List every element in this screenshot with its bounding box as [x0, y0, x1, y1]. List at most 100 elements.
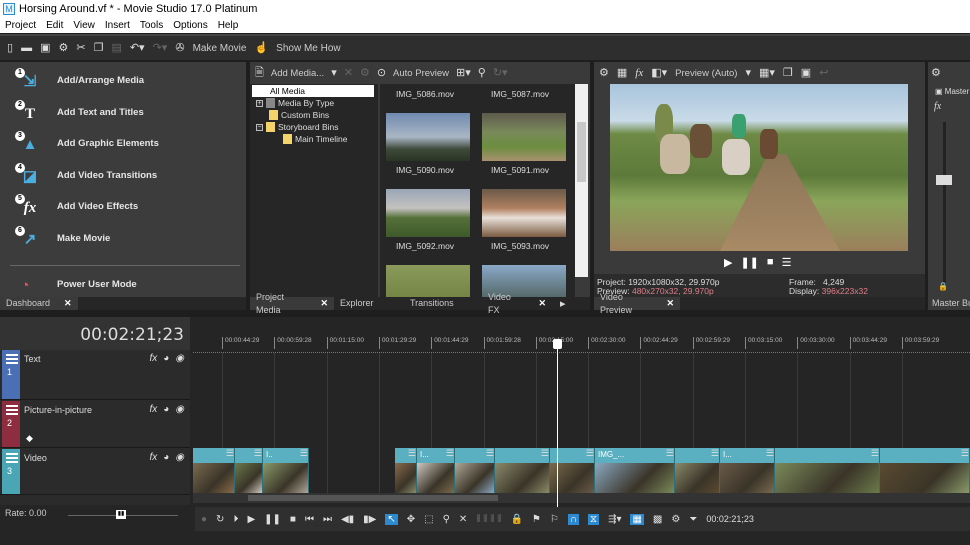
close-icon[interactable]: ✕ [666, 297, 674, 310]
record-icon[interactable]: ● [201, 514, 207, 525]
menu-project[interactable]: Project [0, 20, 41, 31]
open-folder-icon[interactable]: ▬ [21, 42, 32, 54]
dropdown-icon[interactable]: ▾ [745, 67, 751, 79]
properties-icon[interactable]: ⚙ [360, 67, 370, 79]
clip-menu-icon[interactable]: ☰ [226, 448, 234, 459]
video-clip[interactable]: ☰ [193, 448, 235, 493]
time-ruler[interactable]: 00:00:44:29 00:00:59:28 00:01:15:00 00:01:2… [193, 337, 970, 353]
clip-menu-icon[interactable]: ☰ [541, 448, 549, 459]
tab-transitions[interactable]: Transitions [404, 297, 482, 310]
dashboard-item-add-text[interactable]: 2 T Add Text and Titles [15, 100, 144, 124]
media-thumbnail[interactable] [482, 189, 566, 237]
back-icon[interactable]: ↩ [819, 67, 828, 79]
menu-help[interactable]: Help [213, 20, 244, 31]
loop-icon[interactable]: ↻ [216, 514, 224, 525]
video-clip[interactable]: ☰ [455, 448, 495, 493]
paste-icon[interactable]: ▤ [111, 42, 121, 54]
tree-item-media-by-type[interactable]: + Media By Type [256, 97, 334, 109]
view-grid-icon[interactable]: ⊞▾ [456, 67, 471, 79]
tab-project-media[interactable]: Project Media ✕ [250, 292, 334, 315]
media-file-name[interactable]: IMG_5090.mov [380, 165, 470, 175]
clip-menu-icon[interactable]: ☰ [711, 448, 719, 459]
save-icon[interactable]: ▣ [40, 42, 50, 54]
solo-icon[interactable]: ◉ [175, 404, 184, 415]
ripple-icon[interactable]: ⇶▾ [608, 514, 621, 525]
media-thumbnail[interactable] [386, 189, 470, 237]
go-to-start-icon[interactable]: ⏮ [305, 514, 314, 525]
menu-insert[interactable]: Insert [100, 20, 135, 31]
auto-preview-button[interactable]: Auto Preview [393, 68, 449, 79]
envelope-tool-icon[interactable]: ✥ [407, 514, 415, 525]
rate-slider-handle[interactable]: ▮▮ [116, 510, 126, 519]
clip-menu-icon[interactable]: ☰ [766, 448, 774, 459]
media-file-name[interactable]: IMG_5092.mov [380, 241, 470, 251]
lock-icon[interactable]: 🔒 [938, 282, 948, 291]
track-header-text[interactable]: 1 Text fx ◕ ◉ [0, 350, 190, 400]
clip-menu-icon[interactable]: ☰ [871, 448, 879, 459]
dashboard-item-add-transitions[interactable]: 4 ◪ Add Video Transitions [15, 163, 157, 187]
video-clip[interactable]: ☰ [675, 448, 720, 493]
tab-scroll-right-icon[interactable]: ▸ [560, 298, 566, 310]
track-menu-icon[interactable] [6, 405, 18, 415]
play-icon[interactable]: ▶ [724, 256, 732, 269]
zoom-tool-icon[interactable]: ⚲ [443, 514, 450, 525]
pause-icon[interactable]: ❚❚ [740, 256, 758, 269]
menu-tools[interactable]: Tools [135, 20, 168, 31]
tab-video-fx[interactable]: Video FX ✕ [482, 292, 552, 315]
mixer-icon[interactable]: ⚙ [671, 514, 680, 525]
menu-icon[interactable]: ☰ [782, 256, 792, 269]
dashboard-item-add-graphics[interactable]: 3 ▲ Add Graphic Elements [15, 131, 159, 155]
media-file-name[interactable]: IMG_5087.mov [475, 89, 565, 99]
media-file-name[interactable]: IMG_5093.mov [475, 241, 565, 251]
track-menu-icon[interactable] [6, 354, 18, 364]
video-clip[interactable]: ☰ [880, 448, 970, 493]
track-header-video[interactable]: 3 Video fx ◕ ◉ [0, 449, 190, 495]
media-thumbnail[interactable] [386, 265, 470, 297]
lock-envelopes-icon[interactable]: ▦ [630, 513, 644, 525]
device-icon[interactable]: ▦ [617, 67, 627, 79]
selection-tool-icon[interactable]: ⬚ [424, 514, 433, 525]
play-icon[interactable]: ▶ [247, 514, 255, 525]
video-clip[interactable]: ☰ IMG_... [595, 448, 675, 493]
next-frame-icon[interactable]: ▮▶ [363, 514, 376, 525]
fx-icon[interactable]: fx [149, 353, 157, 364]
prev-frame-icon[interactable]: ◀▮ [341, 514, 354, 525]
video-clip[interactable]: ☰ [395, 448, 417, 493]
video-clip[interactable]: ☰ [775, 448, 880, 493]
dashboard-item-add-effects[interactable]: 5 fx Add Video Effects [15, 194, 138, 218]
media-thumbnail[interactable] [482, 113, 566, 161]
play-from-start-icon[interactable]: ⏵ [233, 514, 238, 525]
gear-icon[interactable]: ⚙ [599, 67, 609, 79]
marker-icon[interactable]: ⚑ [532, 514, 541, 525]
clip-menu-icon[interactable]: ☰ [300, 448, 308, 459]
stop-icon[interactable]: ■ [767, 256, 774, 269]
menu-view[interactable]: View [68, 20, 100, 31]
dashboard-item-add-arrange-media[interactable]: 1 ⇲ Add/Arrange Media [15, 68, 144, 92]
grid-overlay-icon[interactable]: ▦▾ [759, 67, 775, 79]
tab-master-bus[interactable]: Master Bus [928, 297, 970, 310]
save-snapshot-icon[interactable]: ▣ [801, 67, 811, 79]
preview-quality-dropdown[interactable]: Preview (Auto) [675, 68, 737, 79]
copy-icon[interactable]: ❐ [94, 42, 104, 54]
tab-video-preview[interactable]: Video Preview ✕ [594, 292, 680, 315]
lock-icon[interactable]: 🔒 [510, 514, 522, 525]
dashboard-item-make-movie[interactable]: 6 ↗ Make Movie [15, 226, 110, 250]
tree-item-storyboard-bins[interactable]: − Storyboard Bins [256, 121, 338, 133]
tree-item-main-timeline[interactable]: Main Timeline [283, 133, 347, 145]
media-file-name[interactable]: IMG_5086.mov [380, 89, 470, 99]
timeline-scrollbar[interactable] [193, 493, 970, 503]
mute-icon[interactable]: ◕ [163, 353, 169, 364]
keyframe-icon[interactable]: ◆ [26, 433, 33, 444]
fx-icon[interactable]: fx [934, 101, 941, 112]
playhead-handle[interactable] [553, 339, 562, 349]
delete-icon[interactable]: ✕ [459, 514, 467, 525]
ignore-grouping-icon[interactable]: ▩ [653, 514, 662, 525]
mute-icon[interactable]: ◕ [163, 404, 169, 415]
go-to-end-icon[interactable]: ⏭ [323, 514, 332, 525]
fx-icon[interactable]: fx [149, 452, 157, 463]
redo-icon[interactable]: ↷▾ [153, 42, 168, 54]
power-user-mode-button[interactable]: ◔ Power User Mode [15, 272, 136, 296]
tab-dashboard[interactable]: Dashboard ✕ [0, 297, 78, 310]
stop-icon[interactable]: ■ [290, 514, 296, 525]
snapping-icon[interactable]: ∩ [567, 513, 580, 525]
